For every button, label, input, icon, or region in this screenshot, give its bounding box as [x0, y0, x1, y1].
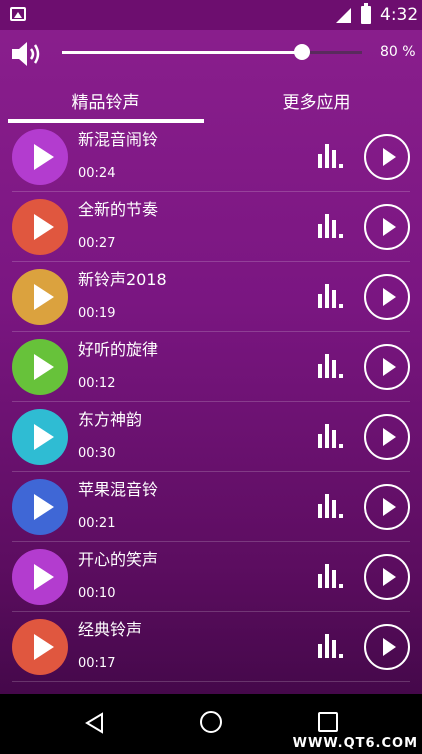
- ringtone-row[interactable]: 好听的旋律 00:12: [0, 332, 422, 402]
- watermark: WWW.QT6.COM: [292, 736, 418, 751]
- ringtone-row[interactable]: 经典铃声 00:17: [0, 612, 422, 682]
- volume-icon[interactable]: [10, 40, 44, 68]
- ringtone-avatar-play-icon[interactable]: [12, 409, 68, 465]
- play-icon: [383, 148, 396, 166]
- ringtone-avatar-play-icon[interactable]: [12, 129, 68, 185]
- volume-percent: 80 %: [380, 44, 416, 60]
- ringtone-duration: 00:19: [78, 306, 116, 321]
- volume-slider[interactable]: [62, 44, 362, 60]
- signal-icon: [336, 8, 351, 23]
- ringtone-title: 新铃声2018: [78, 270, 167, 289]
- ringtone-row[interactable]: 开心的笑声 00:10: [0, 542, 422, 612]
- ringtone-avatar-play-icon[interactable]: [12, 339, 68, 395]
- volume-slider-fill: [62, 51, 302, 54]
- play-icon: [383, 288, 396, 306]
- ringtone-title: 好听的旋律: [78, 340, 159, 359]
- equalizer-bars-icon[interactable]: [316, 142, 346, 168]
- ringtone-play-button[interactable]: [364, 554, 410, 600]
- status-bar: 4:32: [0, 0, 422, 30]
- equalizer-bars-icon[interactable]: [316, 492, 346, 518]
- ringtone-play-button[interactable]: [364, 624, 410, 670]
- back-icon[interactable]: [84, 712, 106, 734]
- ringtone-duration: 00:30: [78, 446, 116, 461]
- battery-icon: [361, 3, 371, 24]
- ringtone-avatar-play-icon[interactable]: [12, 479, 68, 535]
- ringtone-title: 新混音闹铃: [78, 130, 159, 149]
- play-icon: [383, 428, 396, 446]
- ringtone-avatar-play-icon[interactable]: [12, 619, 68, 675]
- equalizer-bars-icon[interactable]: [316, 422, 346, 448]
- volume-slider-thumb[interactable]: [294, 44, 310, 60]
- ringtone-title: 开心的笑声: [78, 550, 159, 569]
- ringtone-row[interactable]: 全新的节奏 00:27: [0, 192, 422, 262]
- play-icon: [383, 358, 396, 376]
- status-time: 4:32: [380, 5, 419, 25]
- play-icon: [383, 498, 396, 516]
- row-divider: [12, 681, 410, 682]
- play-icon: [383, 218, 396, 236]
- ringtone-row[interactable]: 东方神韵 00:30: [0, 402, 422, 472]
- equalizer-bars-icon[interactable]: [316, 632, 346, 658]
- app-screen: 4:32 80 % 精品铃声 更多应用 新混音闹铃 00:24 全新的节奏 00…: [0, 0, 422, 754]
- ringtone-duration: 00:17: [78, 656, 116, 671]
- equalizer-bars-icon[interactable]: [316, 352, 346, 378]
- ringtone-avatar-play-icon[interactable]: [12, 199, 68, 255]
- tab-featured-ringtones[interactable]: 精品铃声: [0, 88, 211, 113]
- ringtone-row[interactable]: 苹果混音铃 00:21: [0, 472, 422, 542]
- ringtone-play-button[interactable]: [364, 414, 410, 460]
- ringtone-duration: 00:27: [78, 236, 116, 251]
- recent-apps-icon[interactable]: [318, 712, 338, 732]
- ringtone-avatar-play-icon[interactable]: [12, 269, 68, 325]
- ringtone-duration: 00:10: [78, 586, 116, 601]
- play-icon: [383, 568, 396, 586]
- ringtone-avatar-play-icon[interactable]: [12, 549, 68, 605]
- ringtone-play-button[interactable]: [364, 274, 410, 320]
- ringtone-row[interactable]: 新混音闹铃 00:24: [0, 122, 422, 192]
- ringtone-duration: 00:24: [78, 166, 116, 181]
- equalizer-bars-icon[interactable]: [316, 212, 346, 238]
- ringtone-title: 经典铃声: [78, 620, 143, 639]
- ringtone-play-button[interactable]: [364, 484, 410, 530]
- ringtone-duration: 00:12: [78, 376, 116, 391]
- ringtone-play-button[interactable]: [364, 204, 410, 250]
- ringtone-duration: 00:21: [78, 516, 116, 531]
- play-icon: [383, 638, 396, 656]
- ringtone-row[interactable]: 新铃声2018 00:19: [0, 262, 422, 332]
- ringtone-title: 东方神韵: [78, 410, 143, 429]
- ringtone-title: 全新的节奏: [78, 200, 159, 219]
- image-notification-icon: [10, 7, 26, 21]
- home-icon[interactable]: [200, 711, 222, 733]
- ringtone-play-button[interactable]: [364, 344, 410, 390]
- equalizer-bars-icon[interactable]: [316, 282, 346, 308]
- ringtone-play-button[interactable]: [364, 134, 410, 180]
- equalizer-bars-icon[interactable]: [316, 562, 346, 588]
- ringtone-title: 苹果混音铃: [78, 480, 159, 499]
- tab-more-apps[interactable]: 更多应用: [211, 88, 422, 113]
